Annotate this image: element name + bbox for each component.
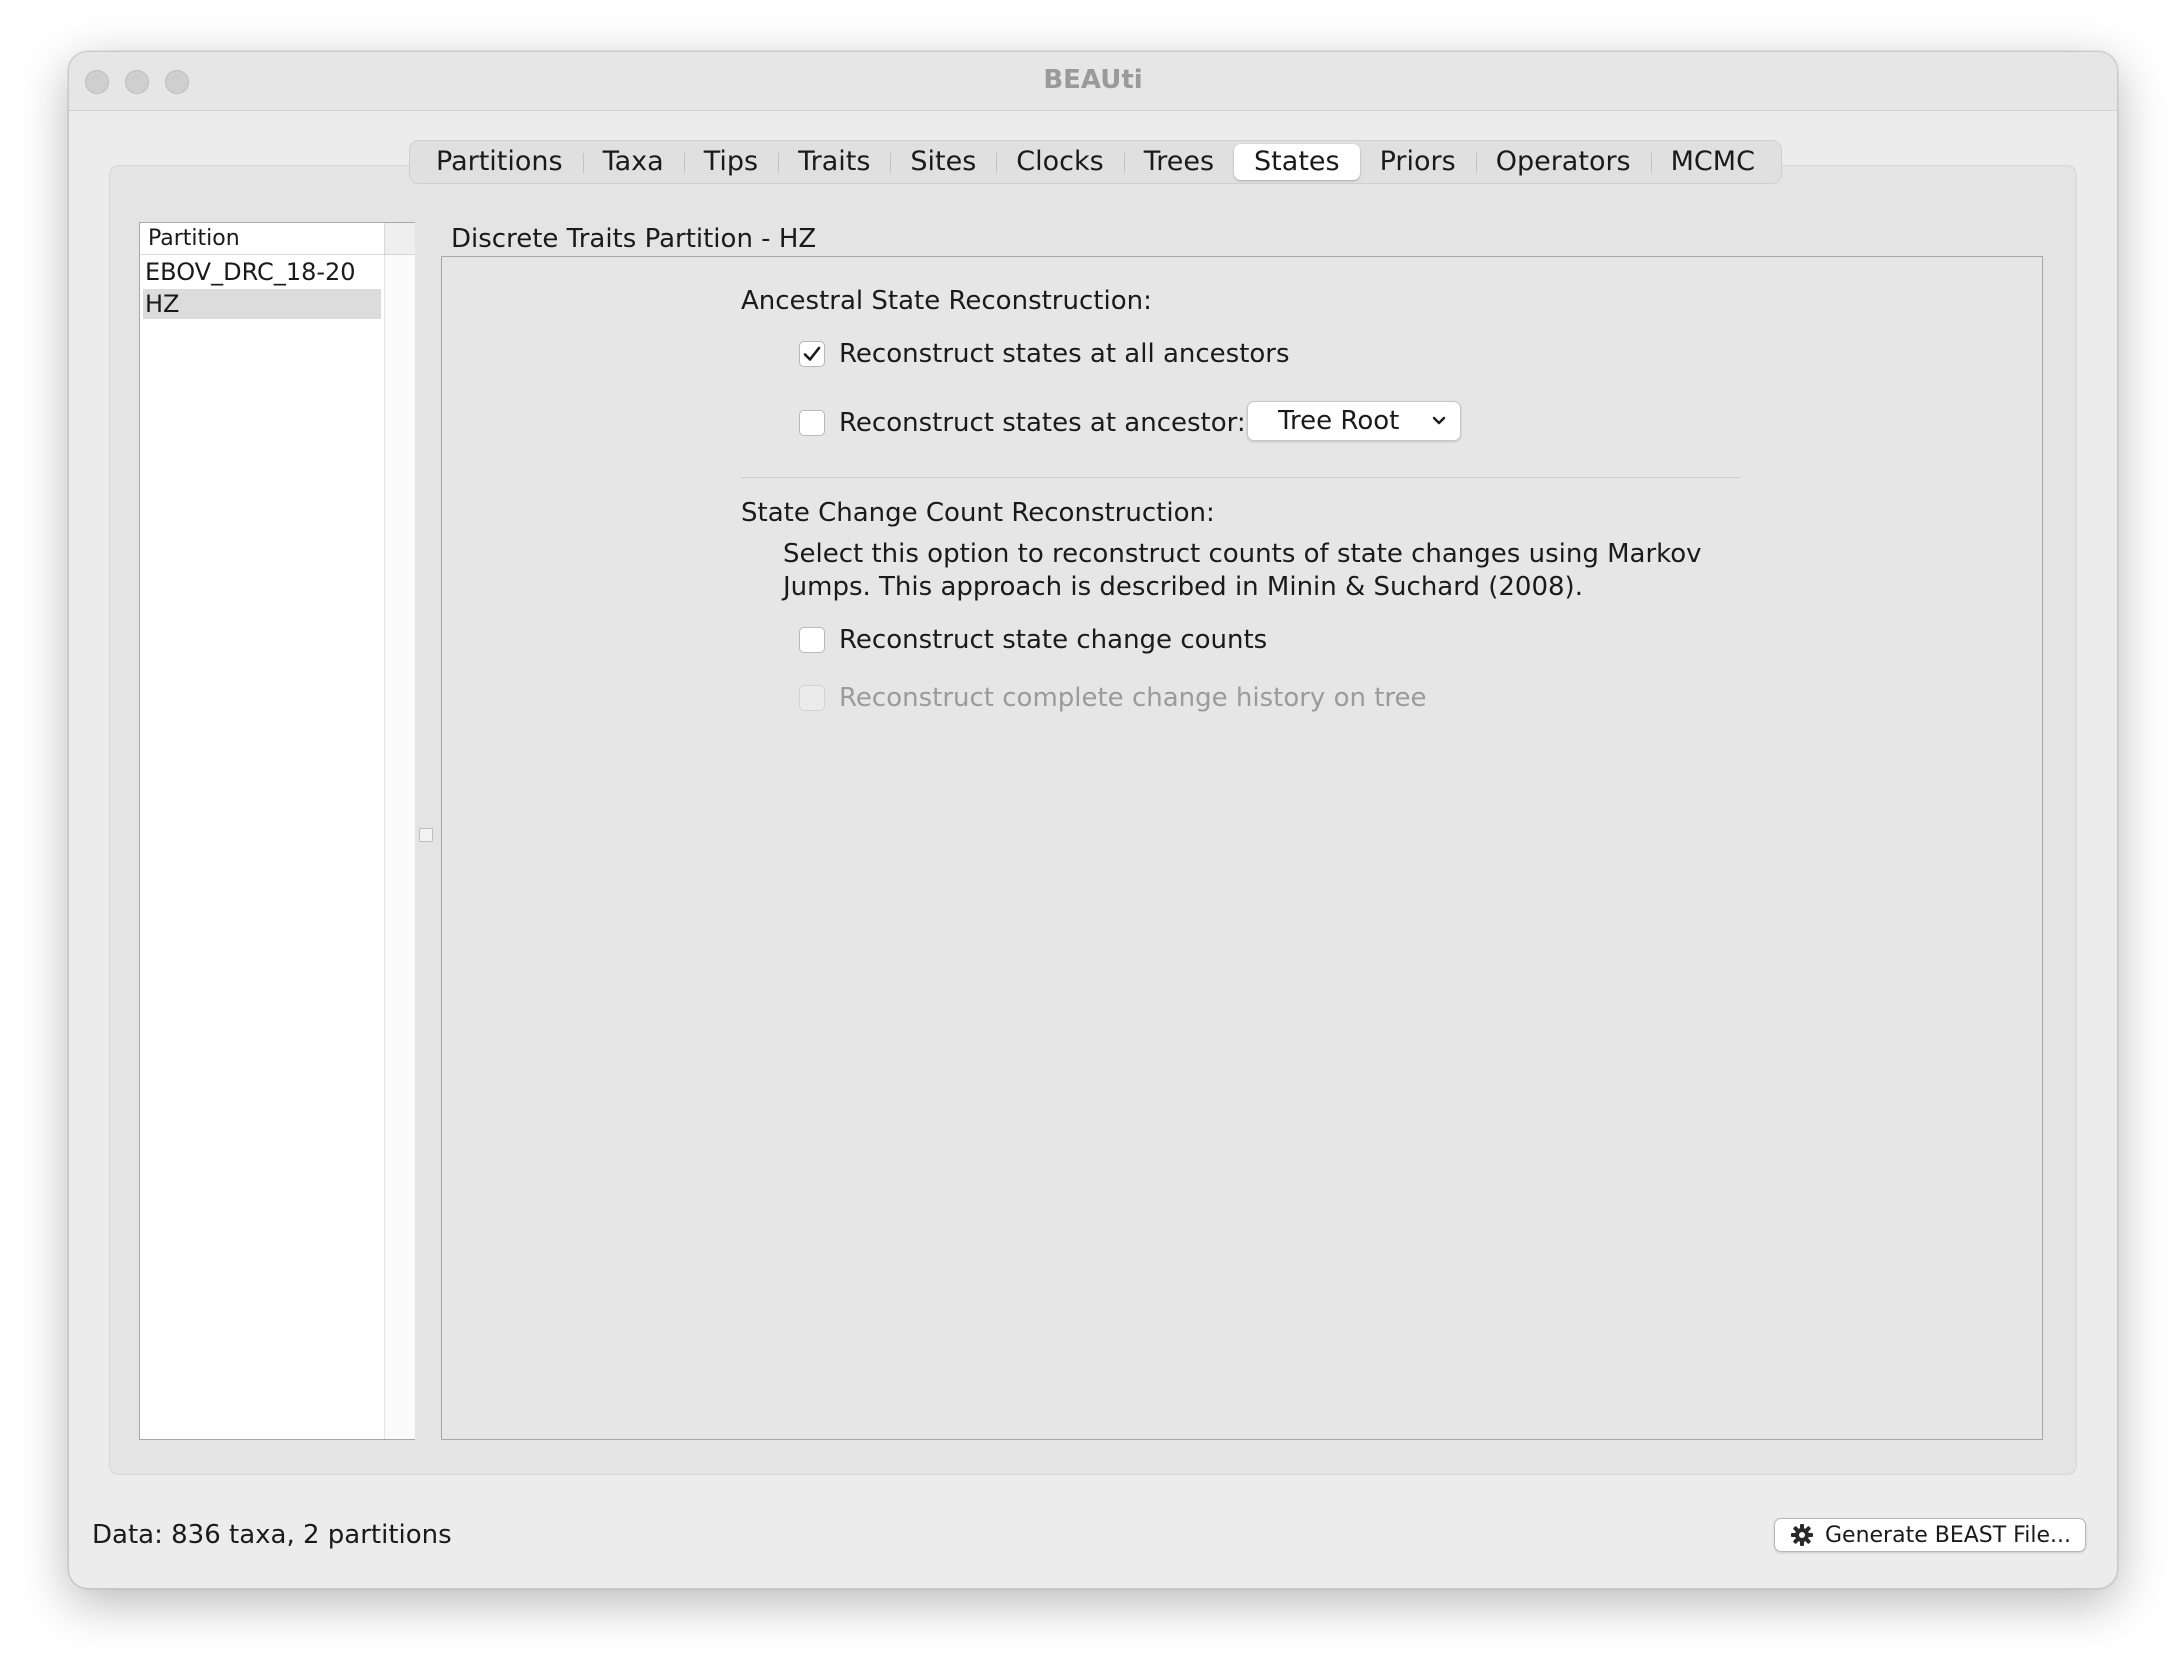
tab-bar: Partitions Taxa Tips Traits Sites Clocks… <box>409 140 1782 184</box>
tab-mcmc[interactable]: MCMC <box>1650 144 1775 180</box>
beauti-window: BEAUti Partitions Taxa Tips Traits Sites… <box>68 51 2118 1589</box>
state-change-counts-checkbox[interactable] <box>799 627 825 653</box>
ancestor-select[interactable]: Tree Root <box>1247 401 1461 441</box>
title-bar: BEAUti <box>69 52 2117 111</box>
partition-column-header[interactable]: Partition <box>140 223 384 255</box>
checkmark-icon <box>803 346 821 361</box>
tab-partitions[interactable]: Partitions <box>416 144 583 180</box>
status-text: Data: 836 taxa, 2 partitions <box>92 1520 452 1550</box>
partition-row-ebov[interactable]: EBOV_DRC_18-20 <box>143 257 381 287</box>
table-corner <box>384 223 415 255</box>
state-change-counts-option[interactable]: Reconstruct state change counts <box>799 623 1267 657</box>
partition-row-hz[interactable]: HZ <box>143 289 381 319</box>
partition-list-scrollbar[interactable] <box>384 255 415 1439</box>
ancestor-select-value: Tree Root <box>1278 406 1400 436</box>
window-title: BEAUti <box>1043 65 1143 95</box>
partition-list[interactable]: Partition EBOV_DRC_18-20 HZ <box>139 222 415 1440</box>
generate-beast-file-label: Generate BEAST File... <box>1825 1522 2071 1548</box>
tab-priors[interactable]: Priors <box>1360 144 1476 180</box>
tab-trees[interactable]: Trees <box>1123 144 1234 180</box>
at-ancestor-option[interactable]: Reconstruct states at ancestor: <box>799 406 1246 440</box>
change-history-option: Reconstruct complete change history on t… <box>799 681 1427 715</box>
tab-states[interactable]: States <box>1234 144 1360 180</box>
gear-icon <box>1791 1524 1813 1546</box>
generate-beast-file-button[interactable]: Generate BEAST File... <box>1774 1518 2086 1552</box>
ancestral-heading: Ancestral State Reconstruction: <box>741 286 1152 316</box>
tab-operators[interactable]: Operators <box>1475 144 1651 180</box>
state-change-heading: State Change Count Reconstruction: <box>741 498 1215 528</box>
tab-traits[interactable]: Traits <box>778 144 890 180</box>
change-history-checkbox <box>799 685 825 711</box>
markov-jumps-description: Select this option to reconstruct counts… <box>783 539 1702 602</box>
change-history-label: Reconstruct complete change history on t… <box>839 683 1427 713</box>
all-ancestors-option[interactable]: Reconstruct states at all ancestors <box>799 337 1290 371</box>
section-separator <box>741 477 1741 478</box>
all-ancestors-checkbox[interactable] <box>799 341 825 367</box>
state-change-counts-label: Reconstruct state change counts <box>839 625 1268 655</box>
tab-sites[interactable]: Sites <box>890 144 996 180</box>
tab-taxa[interactable]: Taxa <box>582 144 684 180</box>
chevron-down-icon <box>1432 416 1446 425</box>
tab-tips[interactable]: Tips <box>683 144 778 180</box>
panel-title: Discrete Traits Partition - HZ <box>451 224 817 254</box>
at-ancestor-label: Reconstruct states at ancestor: <box>839 408 1246 438</box>
at-ancestor-checkbox[interactable] <box>799 410 825 436</box>
split-pane-handle[interactable] <box>419 828 433 842</box>
all-ancestors-label: Reconstruct states at all ancestors <box>839 339 1290 369</box>
tab-clocks[interactable]: Clocks <box>996 144 1123 180</box>
